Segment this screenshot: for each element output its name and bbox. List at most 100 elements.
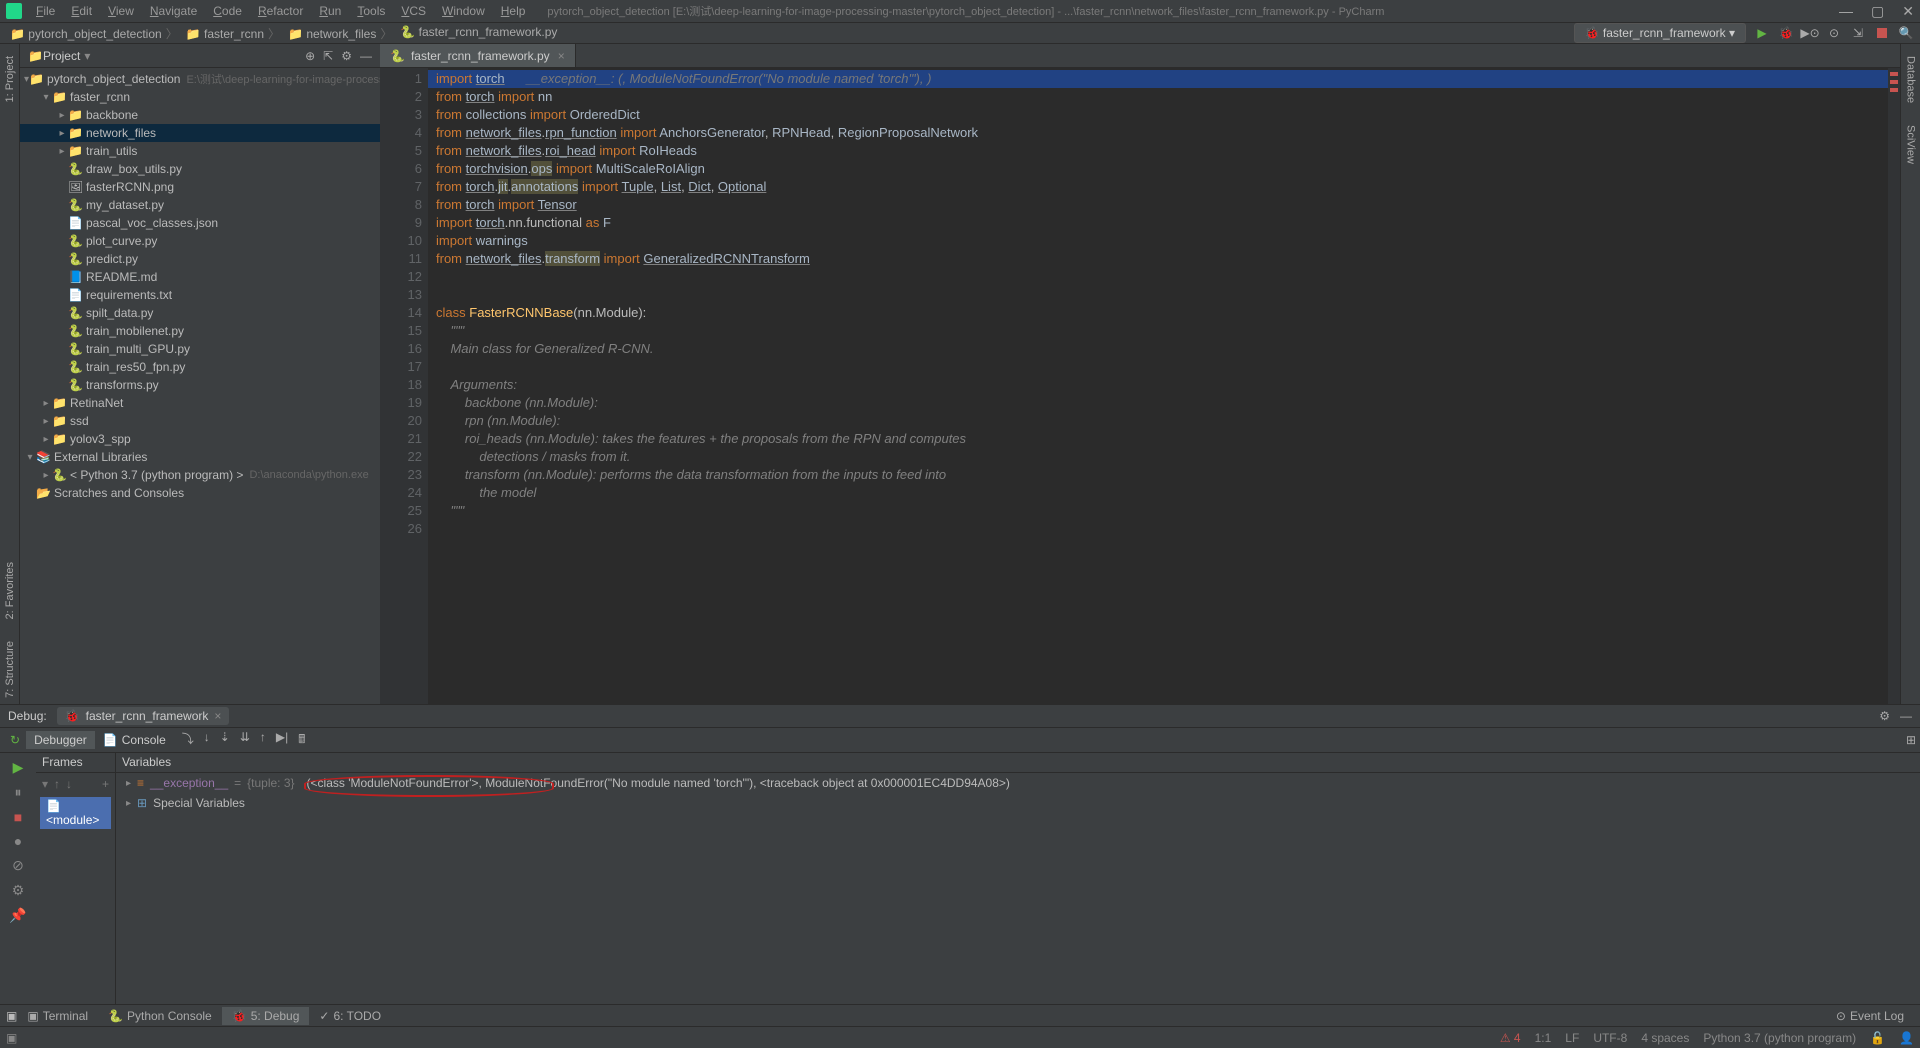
hide-icon[interactable]: — [360,49,372,63]
run-to-cursor-icon[interactable]: ▶| [276,730,288,751]
tree-item[interactable]: 🐍predict.py [20,250,380,268]
sidetab-structure[interactable]: 7: Structure [2,635,18,704]
menu-file[interactable]: File [30,2,61,20]
status-errors[interactable]: ⚠ 4 [1500,1031,1521,1045]
var-exception[interactable]: ▸ ≡ __exception__ = {tuple: 3} (<class '… [116,773,1920,793]
menu-window[interactable]: Window [436,2,491,20]
btab-todo[interactable]: ✓ 6: TODO [309,1007,391,1025]
breadcrumb[interactable]: 📁 pytorch_object_detection [6,23,182,44]
tree-item[interactable]: 📄requirements.txt [20,286,380,304]
profile-icon[interactable]: ⊙ [1826,25,1842,41]
menu-edit[interactable]: Edit [65,2,98,20]
menu-refactor[interactable]: Refactor [252,2,309,20]
step-into-icon[interactable]: ↓ [204,730,210,751]
tab-file[interactable]: 🐍 faster_rcnn_framework.py × [380,44,576,67]
btab-eventlog[interactable]: ⊙ Event Log [1826,1007,1914,1025]
menu-run[interactable]: Run [313,2,347,20]
rerun-icon[interactable]: ↻ [10,733,20,747]
code-editor[interactable]: 1234567891011121314151617181920212223242… [380,68,1900,704]
tree-item[interactable]: ▸📁ssd [20,412,380,430]
menu-navigate[interactable]: Navigate [144,2,203,20]
frame-item[interactable]: 📄 <module> [40,797,111,829]
tree-item[interactable]: 🐍plot_curve.py [20,232,380,250]
show-panel-icon[interactable]: ▣ [6,1009,17,1023]
maximize-icon[interactable]: ▢ [1871,3,1884,20]
settings-icon[interactable]: ⚙ [341,49,352,63]
frame-down-icon[interactable]: ↓ [66,777,72,791]
tree-item[interactable]: ▸📁yolov3_spp [20,430,380,448]
status-inspection-icon[interactable]: 👤 [1899,1031,1914,1045]
tree-item[interactable]: 🐍train_multi_GPU.py [20,340,380,358]
gear-icon[interactable]: ⚙ [1879,709,1890,723]
evaluate-icon[interactable]: 🖩 [298,730,305,751]
tree-item[interactable]: ▸🐍< Python 3.7 (python program) >D:\anac… [20,466,380,484]
error-stripe[interactable] [1888,68,1900,704]
status-indent[interactable]: 4 spaces [1641,1031,1689,1045]
menu-code[interactable]: Code [207,2,248,20]
minimize-panel-icon[interactable]: — [1900,709,1912,723]
menu-view[interactable]: View [102,2,140,20]
tree-item[interactable]: 🐍transforms.py [20,376,380,394]
status-interpreter[interactable]: Python 3.7 (python program) [1703,1031,1856,1045]
sidetab-favorites[interactable]: 2: Favorites [2,556,18,625]
view-breakpoints-icon[interactable]: ● [14,833,22,849]
tree-item[interactable]: 🐍draw_box_utils.py [20,160,380,178]
code-lines[interactable]: import torch __exception__: (, ModuleNot… [428,68,1900,704]
close-icon[interactable]: ✕ [1902,3,1914,20]
var-special[interactable]: ▸ ⊞ Special Variables [116,793,1920,813]
pause-icon[interactable]: ⏸ [15,784,22,801]
project-tree[interactable]: ▾📁pytorch_object_detectionE:\测试\deep-lea… [20,68,380,704]
pin-icon[interactable]: 📌 [9,907,26,924]
tree-item[interactable]: 🐍my_dataset.py [20,196,380,214]
tree-item[interactable]: 🐍train_res50_fpn.py [20,358,380,376]
tree-item[interactable]: ▸📁train_utils [20,142,380,160]
frame-up-icon[interactable]: ↑ [54,777,60,791]
stop-icon[interactable] [1874,25,1890,41]
tab-close-icon[interactable]: × [558,49,565,63]
resume-icon[interactable]: ▶ [13,759,24,776]
sidetab-database[interactable]: Database [1903,50,1919,109]
tab-debugger[interactable]: Debugger [26,731,95,749]
breadcrumb[interactable]: 📁 network_files [284,23,396,44]
run-config-selector[interactable]: 🐞 faster_rcnn_framework ▾ [1574,23,1746,43]
tree-item[interactable]: ▾📁pytorch_object_detectionE:\测试\deep-lea… [20,70,380,88]
frame-dropdown-icon[interactable]: ▾ [42,777,48,791]
tree-item[interactable]: ▸📁RetinaNet [20,394,380,412]
tree-item[interactable]: 🐍spilt_data.py [20,304,380,322]
status-readonly-icon[interactable]: 🔓 [1870,1031,1885,1045]
run-icon[interactable]: ▶ [1754,25,1770,41]
breadcrumb[interactable]: 📁 faster_rcnn [182,23,284,44]
tree-item[interactable]: 🖼fasterRCNN.png [20,178,380,196]
step-into-my-icon[interactable]: ⇣ [220,730,230,751]
collapse-icon[interactable]: ⇱ [323,49,333,63]
minimize-icon[interactable]: — [1839,3,1853,20]
locate-icon[interactable]: ⊕ [305,49,315,63]
menu-help[interactable]: Help [495,2,532,20]
tree-item[interactable]: ▾📁faster_rcnn [20,88,380,106]
attach-icon[interactable]: ⇲ [1850,25,1866,41]
step-out-icon[interactable]: ↑ [260,730,266,751]
btab-debug[interactable]: 🐞 5: Debug [222,1007,310,1025]
tree-item[interactable]: 🐍train_mobilenet.py [20,322,380,340]
btab-python-console[interactable]: 🐍 Python Console [98,1007,222,1025]
tree-item[interactable]: ▸📁network_files [20,124,380,142]
menu-tools[interactable]: Tools [351,2,391,20]
stop-debug-icon[interactable]: ■ [14,809,22,825]
menu-vcs[interactable]: VCS [395,2,432,20]
force-step-icon[interactable]: ⇊ [240,730,250,751]
settings2-icon[interactable]: ⚙ [12,882,25,899]
sidetab-sciview[interactable]: SciView [1903,119,1919,170]
btab-terminal[interactable]: ▣ Terminal [17,1007,98,1025]
status-position[interactable]: 1:1 [1535,1031,1552,1045]
debug-config[interactable]: 🐞 faster_rcnn_framework × [57,707,230,725]
step-over-icon[interactable]: ⤵ [182,730,194,751]
tree-item[interactable]: ▸📁backbone [20,106,380,124]
tree-item[interactable]: 📄pascal_voc_classes.json [20,214,380,232]
search-icon[interactable]: 🔍 [1898,25,1914,41]
sidetab-project[interactable]: 1: Project [2,50,18,108]
coverage-icon[interactable]: ▶⊙ [1802,25,1818,41]
tree-item[interactable]: 📘README.md [20,268,380,286]
status-menu-icon[interactable]: ▣ [6,1031,17,1045]
debug-icon[interactable]: 🐞 [1778,25,1794,41]
breadcrumb[interactable]: 🐍 faster_rcnn_framework.py [396,23,565,44]
